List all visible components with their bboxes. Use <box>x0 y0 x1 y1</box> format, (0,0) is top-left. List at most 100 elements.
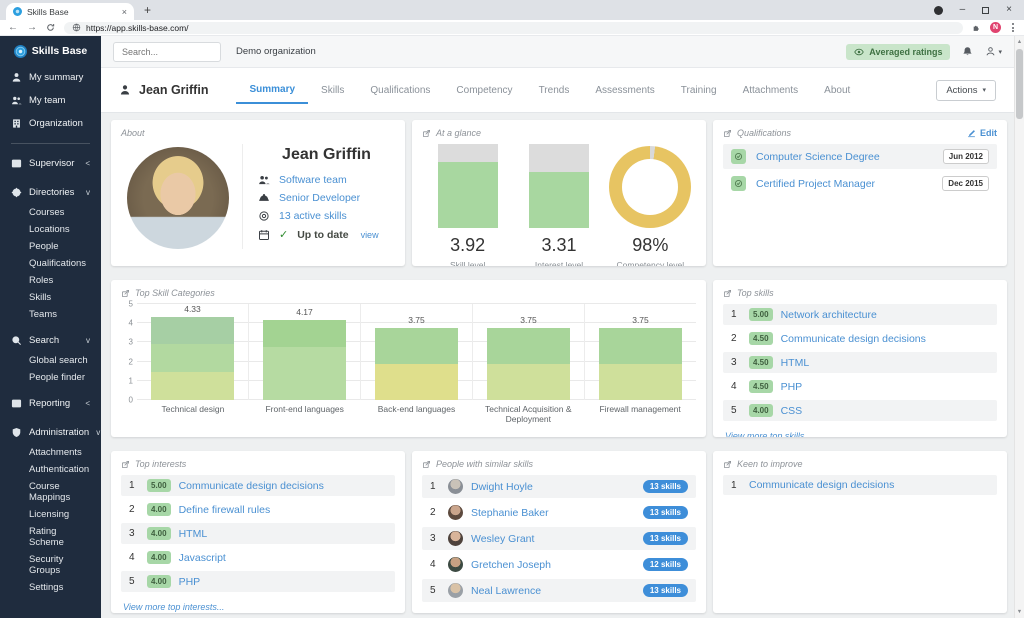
titlebar-profile-icon[interactable] <box>934 6 943 15</box>
sidebar-section-header[interactable]: Directories v <box>0 181 101 204</box>
sidebar-subitem[interactable]: Teams <box>0 306 101 323</box>
profile-tab[interactable]: Summary <box>236 77 308 104</box>
sidebar-item[interactable]: My team <box>0 89 101 112</box>
profile-name: Jean Griffin <box>139 83 208 97</box>
minimize-button[interactable]: – <box>960 5 966 15</box>
profile-tab[interactable]: About <box>811 78 863 103</box>
qualification-link[interactable]: Certified Project Manager <box>756 178 932 190</box>
interest-link[interactable]: PHP <box>179 576 201 588</box>
sidebar-section-header[interactable]: Supervisor < <box>0 152 101 175</box>
pencil-icon <box>967 129 976 138</box>
interest-link[interactable]: Communicate design decisions <box>179 480 324 492</box>
user-menu[interactable]: ▾ <box>985 46 1002 57</box>
stacked-bar <box>487 328 569 400</box>
active-skills-link[interactable]: 13 active skills <box>279 210 347 222</box>
sidebar-subitem[interactable]: Roles <box>0 272 101 289</box>
card-title: Top interests <box>121 459 395 469</box>
refresh-icon[interactable] <box>46 23 55 32</box>
profile-tab[interactable]: Training <box>668 78 730 103</box>
qualification-link[interactable]: Computer Science Degree <box>756 151 933 163</box>
sidebar-section: Directories v Courses Locations People Q… <box>0 181 101 323</box>
profile-tab[interactable]: Attachments <box>730 78 812 103</box>
keen-link[interactable]: Communicate design decisions <box>749 479 894 491</box>
person-link[interactable]: Gretchen Joseph <box>471 559 551 571</box>
sidebar-subitem[interactable]: Qualifications <box>0 255 101 272</box>
view-link[interactable]: view <box>361 230 379 240</box>
skill-row: 1 5.00 Network architecture <box>723 304 997 325</box>
sidebar-subitem[interactable]: Rating Scheme <box>0 523 101 551</box>
tab-close-icon[interactable]: × <box>122 7 127 17</box>
skill-link[interactable]: Communicate design decisions <box>781 333 926 345</box>
interest-link[interactable]: Define firewall rules <box>179 504 271 516</box>
score-badge: 4.00 <box>147 551 171 564</box>
rank: 1 <box>731 480 741 491</box>
rank: 5 <box>430 585 440 596</box>
sidebar-subitem[interactable]: Attachments <box>0 444 101 461</box>
sidebar-section-header[interactable]: Administration v <box>0 421 101 444</box>
sidebar-subitem[interactable]: Global search <box>0 352 101 369</box>
notifications-bell-icon[interactable] <box>962 46 973 57</box>
close-button[interactable]: × <box>1006 5 1012 15</box>
view-more-top-interests-link[interactable]: View more top interests... <box>121 602 224 612</box>
skill-link[interactable]: CSS <box>781 405 803 417</box>
person-link[interactable]: Neal Lawrence <box>471 585 541 597</box>
sidebar-subitem[interactable]: Security Groups <box>0 551 101 579</box>
person-link[interactable]: Wesley Grant <box>471 533 534 545</box>
profile-tab[interactable]: Skills <box>308 78 357 103</box>
sidebar-section-header[interactable]: Reporting < <box>0 392 101 415</box>
browser-menu-icon[interactable] <box>1010 23 1016 32</box>
forward-button[interactable]: → <box>27 23 37 33</box>
sidebar-subitem[interactable]: Courses <box>0 204 101 221</box>
back-button[interactable]: ← <box>8 23 18 33</box>
sidebar-section-header[interactable]: Search v <box>0 329 101 352</box>
stacked-bar <box>599 328 681 400</box>
interest-link[interactable]: HTML <box>179 528 208 540</box>
window-controls: – × <box>934 5 1024 15</box>
sidebar-subitem[interactable]: People finder <box>0 369 101 386</box>
new-tab-button[interactable]: + <box>144 3 151 17</box>
profile-tab[interactable]: Assessments <box>582 78 667 103</box>
person-link[interactable]: Stephanie Baker <box>471 507 549 519</box>
extensions-puzzle-icon[interactable] <box>972 23 981 32</box>
restore-button[interactable] <box>982 7 989 14</box>
sidebar-subitem[interactable]: Locations <box>0 221 101 238</box>
scroll-up-icon[interactable]: ▲ <box>1015 39 1024 45</box>
sidebar-subitem[interactable]: Skills <box>0 289 101 306</box>
sidebar-subitem[interactable]: Authentication <box>0 461 101 478</box>
skill-link[interactable]: PHP <box>781 381 803 393</box>
profile-tab[interactable]: Competency <box>443 78 525 103</box>
role-link[interactable]: Senior Developer <box>279 192 360 204</box>
view-more-top-skills-link[interactable]: View more top skills... <box>723 431 812 437</box>
calendar-icon <box>258 229 270 241</box>
sidebar-subitem[interactable]: Settings <box>0 579 101 596</box>
view-more-similar-people-link[interactable]: View more people with similar skills... <box>422 612 572 613</box>
rank: 2 <box>129 504 139 515</box>
interest-link[interactable]: Javascript <box>179 552 226 564</box>
address-bar[interactable]: https://app.skills-base.com/ <box>64 22 963 34</box>
chart-bar-group: 4.17 <box>248 304 360 400</box>
rank: 3 <box>430 533 440 544</box>
page-scrollbar[interactable]: ▲ ▼ <box>1014 36 1024 618</box>
sidebar-subitem[interactable]: Course Mappings <box>0 478 101 506</box>
sidebar-item[interactable]: Organization <box>0 112 101 135</box>
search-icon <box>11 335 22 346</box>
browser-tab[interactable]: Skills Base × <box>6 3 134 20</box>
brand[interactable]: Skills Base <box>0 36 101 66</box>
sidebar-subitem[interactable]: Licensing <box>0 506 101 523</box>
search-input[interactable] <box>113 42 221 62</box>
browser-profile-avatar[interactable]: N <box>990 22 1001 33</box>
scroll-down-icon[interactable]: ▼ <box>1015 609 1024 615</box>
actions-button[interactable]: Actions ▾ <box>936 80 996 101</box>
skill-link[interactable]: HTML <box>781 357 810 369</box>
edit-qualifications-link[interactable]: Edit <box>967 128 997 138</box>
profile-tab[interactable]: Trends <box>526 78 583 103</box>
skill-link[interactable]: Network architecture <box>781 309 877 321</box>
team-link[interactable]: Software team <box>279 174 347 186</box>
profile-tab[interactable]: Qualifications <box>357 78 443 103</box>
scrollbar-thumb[interactable] <box>1016 49 1023 119</box>
person-link[interactable]: Dwight Hoyle <box>471 481 533 493</box>
sidebar-subitem[interactable]: People <box>0 238 101 255</box>
card-link-icon <box>723 460 732 469</box>
averaged-ratings-badge[interactable]: Averaged ratings <box>846 44 950 60</box>
sidebar-item[interactable]: My summary <box>0 66 101 89</box>
